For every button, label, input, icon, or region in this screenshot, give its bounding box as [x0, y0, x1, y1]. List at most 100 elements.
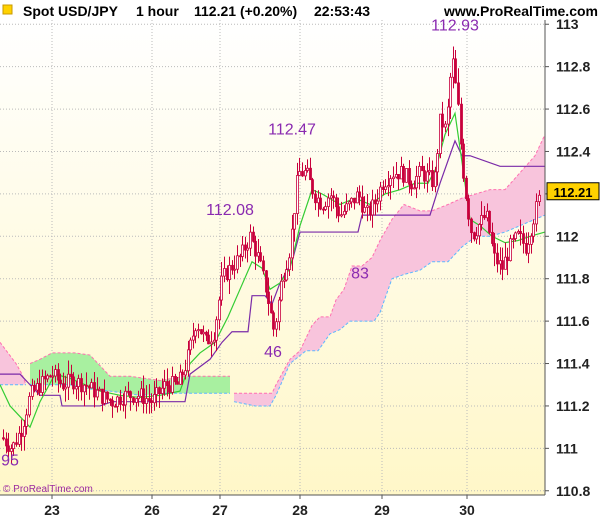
candle-body [51, 375, 54, 378]
candle-body [408, 168, 411, 185]
candle-body [189, 339, 192, 351]
x-tick-label: 27 [212, 502, 228, 518]
candle-body [488, 210, 491, 233]
extreme-label: 95 [1, 452, 19, 469]
candle-body [514, 232, 517, 240]
candle-body [384, 186, 387, 190]
y-tick-label: 111.4 [556, 356, 590, 372]
last-price-tag: 112.21 [546, 182, 600, 201]
axis-background [545, 20, 600, 495]
y-tick-label: 112.4 [556, 143, 590, 159]
candle-body [181, 371, 184, 376]
candle-body [218, 299, 221, 321]
candle-body [98, 388, 101, 391]
candle-body [153, 394, 156, 404]
candle-body [538, 194, 541, 203]
candle-body [345, 203, 348, 212]
candle-body [194, 330, 197, 337]
y-tick-label: 110.8 [556, 483, 590, 499]
candle-body [522, 233, 525, 244]
candle-body [530, 235, 533, 245]
candle-body [155, 387, 158, 395]
candle-body [142, 388, 145, 404]
candle-body [470, 218, 473, 234]
candle-body [207, 334, 210, 345]
candle-body [353, 197, 356, 204]
candle-body [7, 445, 10, 452]
candle-body [288, 257, 291, 271]
candle-body [527, 243, 530, 254]
candle-body [150, 400, 153, 404]
candle-body [509, 238, 512, 262]
candle-body [259, 252, 262, 262]
candle-body [447, 106, 450, 125]
candle-body [278, 299, 281, 323]
candle-body [467, 198, 470, 220]
candle-body [460, 103, 463, 145]
candle-body [335, 197, 338, 208]
y-tick-label: 111 [556, 440, 578, 456]
candle-body [233, 268, 236, 271]
candle-body [421, 165, 424, 172]
candle-body [306, 167, 309, 171]
candle-body [135, 398, 138, 403]
candle-body [205, 331, 208, 336]
candle-body [163, 381, 166, 389]
candle-body [124, 390, 127, 406]
candle-body [426, 171, 429, 182]
candle-body [33, 385, 36, 391]
candle-body [402, 166, 405, 183]
candle-body [324, 206, 327, 210]
header-timeframe: 1 hour [136, 3, 179, 19]
candle-body [449, 76, 452, 108]
candle-body [265, 270, 268, 293]
candle-body [301, 171, 304, 177]
candle-body [363, 207, 366, 213]
candle-body [431, 170, 434, 188]
y-tick-label: 112.8 [556, 59, 590, 75]
candle-body [93, 382, 96, 398]
extreme-label: 112.08 [206, 202, 254, 219]
x-tick-label: 28 [292, 502, 308, 518]
x-tick-label: 23 [44, 502, 60, 518]
candle-body [379, 186, 382, 202]
candle-body [46, 375, 49, 380]
candle-body [376, 200, 379, 205]
candle-body [496, 252, 499, 265]
extreme-label: 46 [264, 344, 282, 361]
candle-body [296, 175, 299, 214]
candle-body [111, 400, 114, 407]
candle-body [20, 432, 23, 437]
candle-body [166, 381, 169, 387]
y-tick-label: 112.6 [556, 101, 590, 117]
candle-body [249, 231, 252, 249]
candle-body [252, 231, 255, 242]
candle-body [475, 235, 478, 240]
candle-body [480, 215, 483, 225]
candle-body [270, 303, 273, 314]
candle-body [337, 206, 340, 217]
candle-body [90, 382, 93, 389]
candle-body [119, 396, 122, 405]
header-instrument: Spot USD/JPY [23, 3, 119, 19]
last-price-label: 112.21 [553, 185, 592, 200]
candle-body [340, 214, 343, 217]
candle-body [415, 175, 418, 189]
chart: Spot USD/JPY 1 hour 112.21 (+0.20%) 22:5… [0, 0, 600, 519]
candle-body [202, 331, 205, 335]
candle-body [454, 58, 457, 84]
candle-body [168, 385, 171, 393]
candle-body [25, 414, 28, 427]
candle-body [366, 205, 369, 208]
candle-body [10, 448, 13, 452]
candle-body [483, 215, 486, 219]
candle-body [327, 197, 330, 207]
candle-body [2, 437, 5, 440]
candle-body [132, 397, 135, 403]
candle-body [501, 260, 504, 270]
candle-body [462, 143, 465, 179]
candle-body [358, 191, 361, 198]
candle-body [77, 378, 80, 387]
candle-body [465, 177, 468, 200]
candle-body [41, 376, 44, 393]
